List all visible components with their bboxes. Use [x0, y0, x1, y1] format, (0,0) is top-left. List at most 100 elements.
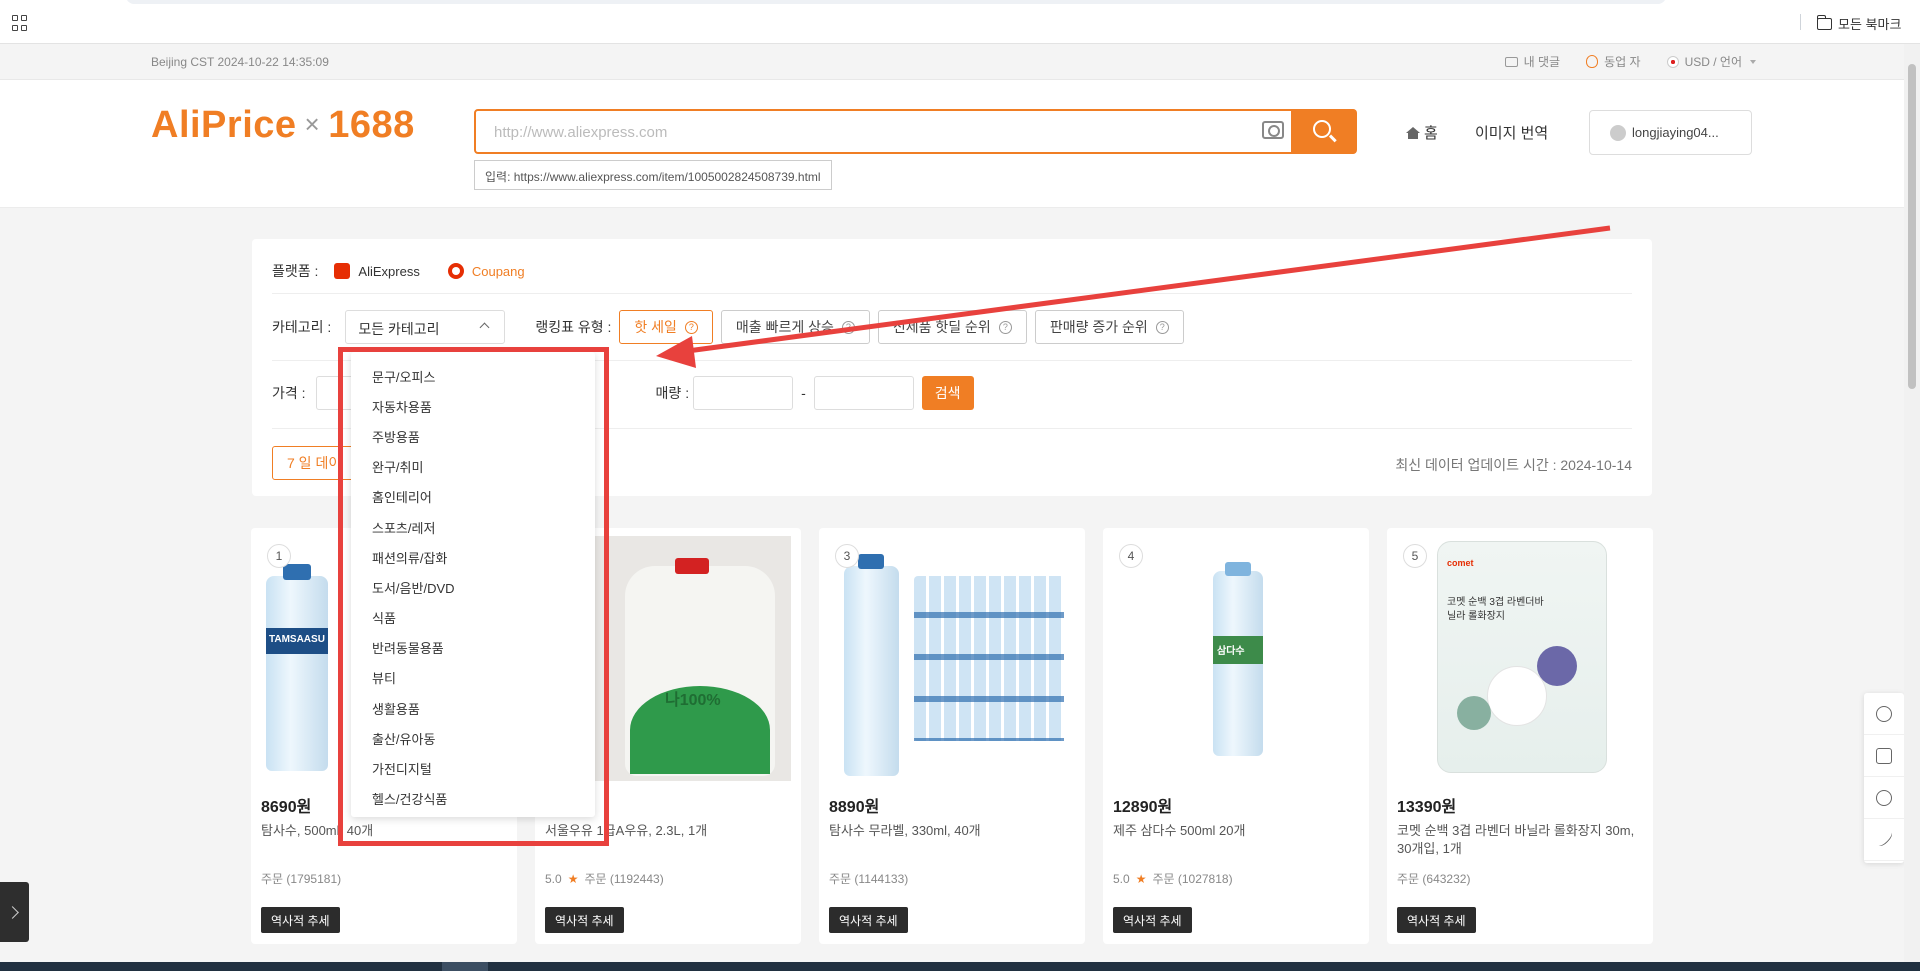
nav-image-translate[interactable]: 이미지 번역 — [1475, 122, 1548, 143]
pen-icon — [1875, 829, 1895, 849]
rank-type-new-hot[interactable]: 신제품 핫딜 순위? — [877, 310, 1027, 344]
all-bookmarks-button[interactable]: 모든 북마크 — [1816, 14, 1901, 33]
pack-text: 코멧 순백 3겹 라벤더바닐라 롤화장지 — [1447, 597, 1544, 622]
folder-icon — [1816, 14, 1832, 30]
rank-type-fast-rising[interactable]: 매출 빠르게 상승? — [720, 310, 870, 344]
help-icon[interactable]: ? — [841, 320, 855, 334]
order-count: 주문 (1795181) — [261, 872, 342, 886]
feedback-tool[interactable] — [1864, 819, 1904, 861]
my-comments-link[interactable]: 내 댓글 — [1504, 53, 1561, 70]
headset-icon — [1876, 790, 1892, 806]
currency-language-selector[interactable]: USD / 언어 — [1666, 53, 1756, 70]
history-trend-button[interactable]: 역사적 추세 — [1113, 907, 1192, 933]
rank-badge: 3 — [835, 544, 859, 568]
order-count: 주문 (1192443) — [584, 872, 664, 886]
page-scrollbar[interactable] — [1904, 44, 1920, 971]
history-trend-button[interactable]: 역사적 추세 — [829, 907, 908, 933]
history-tool[interactable] — [1864, 693, 1904, 735]
rank-type-fast-rising-label: 매출 빠르게 상승 — [735, 319, 834, 335]
product-meta: 주문 (1795181) — [261, 870, 341, 887]
sidebar-expand-toggle[interactable] — [0, 882, 29, 942]
input-hint: 입력: https://www.aliexpress.com/item/1005… — [474, 160, 832, 190]
category-select[interactable]: 모든 카테고리 — [345, 310, 506, 344]
floating-toolbar — [1864, 693, 1904, 863]
history-trend-button[interactable]: 역사적 추세 — [1397, 907, 1476, 933]
logo-x: × — [304, 109, 321, 139]
apps-grid-icon[interactable] — [12, 15, 28, 31]
product-card[interactable]: 4 삼다수 12890원 제주 삼다수 500ml 20개 5.0 ★ 주문 (… — [1103, 528, 1369, 944]
camera-icon[interactable] — [1262, 121, 1284, 139]
filter-search-button[interactable]: 검색 — [921, 376, 974, 410]
product-card[interactable]: 3 8890원 탐사수 무라벨, 330ml, 40개 주문 (1144133)… — [819, 528, 1085, 944]
search-input[interactable] — [494, 121, 1234, 143]
money-bag-icon — [1586, 55, 1599, 68]
product-image[interactable] — [829, 536, 1075, 781]
category-select-value: 모든 카테고리 — [358, 321, 440, 337]
product-title[interactable]: 제주 삼다수 500ml 20개 — [1113, 822, 1359, 840]
product-image[interactable]: comet 코멧 순백 3겹 라벤더바닐라 롤화장지 — [1397, 536, 1643, 781]
search-button[interactable] — [1291, 109, 1357, 154]
search-icon — [1313, 120, 1331, 138]
support-tool[interactable] — [1864, 777, 1904, 819]
pack-brand: comet — [1447, 558, 1474, 568]
product-meta: 주문 (643232) — [1397, 870, 1470, 887]
history-trend-button[interactable]: 역사적 추세 — [261, 907, 340, 933]
browser-toolbar: 모든 북마크 — [0, 0, 1920, 44]
address-bar[interactable] — [126, 0, 1666, 4]
rank-type-hot-sale[interactable]: 핫 세일? — [619, 310, 713, 344]
aliprice-1688-logo[interactable]: AliPrice × 1688 — [151, 104, 415, 147]
range-separator: - — [801, 385, 806, 401]
os-taskbar — [0, 962, 1920, 971]
order-count: 주문 (1144133) — [829, 872, 909, 886]
help-icon[interactable]: ? — [684, 320, 698, 334]
platform-label: 플랫폼 : — [272, 263, 319, 279]
currency-language-label: USD / 언어 — [1684, 55, 1742, 69]
rank-type-sales-growth[interactable]: 판매량 증가 순위? — [1034, 310, 1184, 344]
rank-type-new-hot-label: 신제품 핫딜 순위 — [892, 319, 991, 335]
help-icon[interactable]: ? — [998, 320, 1012, 334]
avatar — [1610, 124, 1626, 141]
chevron-up-icon — [479, 322, 490, 333]
rating-value: 5.0 — [1113, 871, 1130, 886]
product-title[interactable]: 탐사수 무라벨, 330ml, 40개 — [829, 822, 1075, 840]
product-meta: 5.0 ★ 주문 (1192443) — [545, 870, 664, 887]
order-count: 주문 (1027818) — [1152, 872, 1233, 886]
product-price: 13390원 — [1397, 799, 1457, 816]
nav-home[interactable]: 홈 — [1406, 122, 1438, 143]
platform-aliexpress[interactable]: AliExpress — [334, 263, 420, 279]
rank-badge: 1 — [267, 544, 291, 568]
product-price: 8690원 — [261, 799, 312, 816]
sales-min-input[interactable] — [693, 376, 794, 410]
sales-label: 매량 : — [655, 385, 690, 401]
order-count: 주문 (643232) — [1397, 872, 1471, 886]
user-account-button[interactable]: longjiaying04... — [1589, 110, 1752, 155]
history-trend-button[interactable]: 역사적 추세 — [545, 907, 624, 933]
bottle-label-text: 삼다수 — [1217, 646, 1245, 657]
caret-down-icon — [1750, 59, 1756, 64]
product-title[interactable]: 코멧 순백 3겹 라벤더 바닐라 롤화장지 30m, 30개입, 1개 — [1397, 822, 1643, 858]
my-comments-label: 내 댓글 — [1523, 55, 1561, 69]
bottle-label-text: TAMSAASU — [269, 634, 325, 645]
logo-1688: 1688 — [328, 104, 415, 146]
toolbar-divider — [1800, 14, 1801, 30]
help-icon[interactable]: ? — [1155, 320, 1169, 334]
nav-home-label: 홈 — [1424, 125, 1438, 142]
platform-coupang[interactable]: Coupang — [447, 263, 525, 279]
jug-label-text: 나100% — [665, 692, 721, 709]
product-image[interactable]: 삼다수 — [1113, 536, 1359, 781]
rank-type-label: 랭킹표 유형 : — [535, 319, 612, 335]
rank-badge: 4 — [1119, 544, 1143, 568]
scrollbar-thumb[interactable] — [1908, 64, 1916, 389]
aliexpress-icon — [334, 263, 351, 279]
message-tool[interactable] — [1864, 735, 1904, 777]
affiliate-link[interactable]: 동업 자 — [1586, 53, 1641, 70]
product-price: 8890원 — [829, 799, 880, 816]
rank-badge: 5 — [1403, 544, 1427, 568]
sales-max-input[interactable] — [813, 376, 914, 410]
taskbar-app[interactable] — [442, 962, 488, 971]
history-icon — [1876, 706, 1892, 722]
rank-type-sales-growth-label: 판매량 증가 순위 — [1049, 319, 1148, 335]
star-icon: ★ — [1135, 871, 1147, 886]
product-card[interactable]: 5 comet 코멧 순백 3겹 라벤더바닐라 롤화장지 13390원 코멧 순… — [1387, 528, 1653, 944]
home-icon — [1406, 127, 1420, 139]
